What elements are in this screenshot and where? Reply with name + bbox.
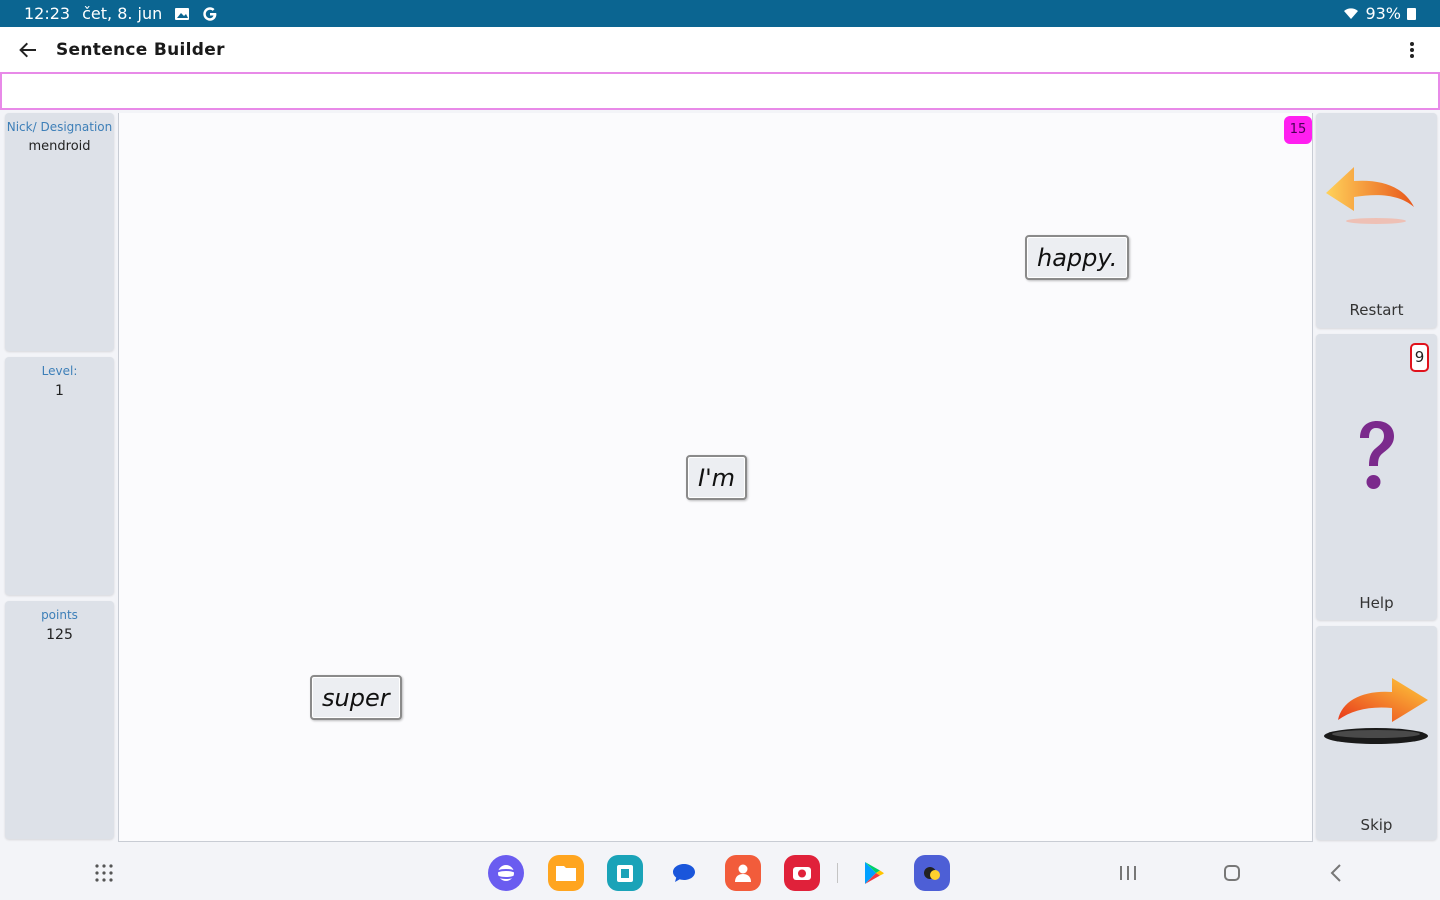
- person-icon: [735, 864, 751, 882]
- camera-icon: [793, 867, 811, 880]
- overflow-menu-button[interactable]: [1400, 38, 1424, 62]
- nav-back-button[interactable]: [1324, 861, 1348, 885]
- camera-app-icon[interactable]: [784, 855, 820, 891]
- points-value: 125: [46, 627, 73, 643]
- system-navigation-bar: [0, 845, 1440, 900]
- nick-label: Nick/ Designation: [6, 120, 113, 134]
- home-square-icon: [1224, 865, 1240, 881]
- battery-percent: 93%: [1365, 4, 1401, 23]
- restart-arrow-icon: [1326, 167, 1414, 224]
- skip-button[interactable]: Skip: [1316, 626, 1437, 840]
- skip-arrow-icon: [1324, 678, 1428, 744]
- level-value: 1: [55, 383, 64, 399]
- word-tile-happy[interactable]: happy.: [1025, 235, 1130, 280]
- skip-label: Skip: [1360, 816, 1393, 834]
- restart-label: Restart: [1349, 301, 1404, 319]
- help-remaining-badge: 9: [1410, 343, 1429, 372]
- question-mark-icon: [1360, 421, 1394, 489]
- level-card: Level: 1: [5, 357, 114, 595]
- nick-value: mendroid: [28, 139, 91, 154]
- wifi-icon: [1343, 7, 1359, 20]
- points-label: points: [41, 608, 78, 622]
- messages-app-icon[interactable]: [666, 855, 702, 891]
- planet-icon: [494, 865, 518, 881]
- word-play-area: happy. I'm super: [118, 113, 1313, 842]
- app-drawer-button[interactable]: [92, 861, 116, 885]
- calendar-app-icon[interactable]: [607, 855, 643, 891]
- help-button[interactable]: 9 Help: [1316, 334, 1437, 620]
- status-bar: 12:23 čet, 8. jun 93%: [0, 0, 1440, 27]
- chat-bubble-icon: [673, 864, 695, 882]
- sentence-answer-bar[interactable]: [0, 72, 1440, 110]
- home-button[interactable]: [1220, 861, 1244, 885]
- files-app-icon[interactable]: [548, 855, 584, 891]
- nick-card: Nick/ Designation mendroid: [5, 113, 114, 351]
- recents-button[interactable]: [1116, 861, 1140, 885]
- app-bar: Sentence Builder: [0, 27, 1440, 72]
- arrow-left-icon: [19, 42, 36, 57]
- more-vertical-icon: [1410, 41, 1414, 58]
- play-store-app-icon[interactable]: [855, 855, 891, 891]
- remaining-counter-badge: 15: [1284, 116, 1312, 144]
- play-store-icon: [865, 862, 884, 884]
- help-label: Help: [1359, 594, 1394, 612]
- google-notification-icon: [202, 6, 218, 22]
- contacts-app-icon[interactable]: [725, 855, 761, 891]
- folder-icon: [556, 866, 576, 881]
- page-title: Sentence Builder: [56, 39, 225, 60]
- player-info-panel: Nick/ Designation mendroid Level: 1 poin…: [5, 113, 114, 845]
- recents-icon: [1120, 866, 1136, 880]
- dock-divider: [837, 863, 838, 883]
- word-tile-im[interactable]: I'm: [686, 455, 748, 500]
- status-time: 12:23: [24, 4, 71, 23]
- action-panel: Restart 9 Help Skip: [1316, 113, 1437, 846]
- game-launcher-icon: [924, 867, 940, 880]
- grid-icon: [95, 864, 113, 882]
- gallery-notification-icon: [174, 7, 190, 21]
- calendar-icon: [617, 865, 633, 882]
- word-tile-super[interactable]: super: [310, 675, 402, 720]
- game-app-icon[interactable]: [914, 855, 950, 891]
- level-label: Level:: [41, 364, 78, 378]
- chevron-left-icon: [1330, 864, 1341, 882]
- back-button[interactable]: [16, 38, 40, 62]
- status-date: čet, 8. jun: [82, 4, 163, 23]
- points-card: points 125: [5, 601, 114, 839]
- restart-button[interactable]: Restart: [1316, 113, 1437, 328]
- internet-app-icon[interactable]: [488, 855, 524, 891]
- battery-icon: [1407, 7, 1416, 20]
